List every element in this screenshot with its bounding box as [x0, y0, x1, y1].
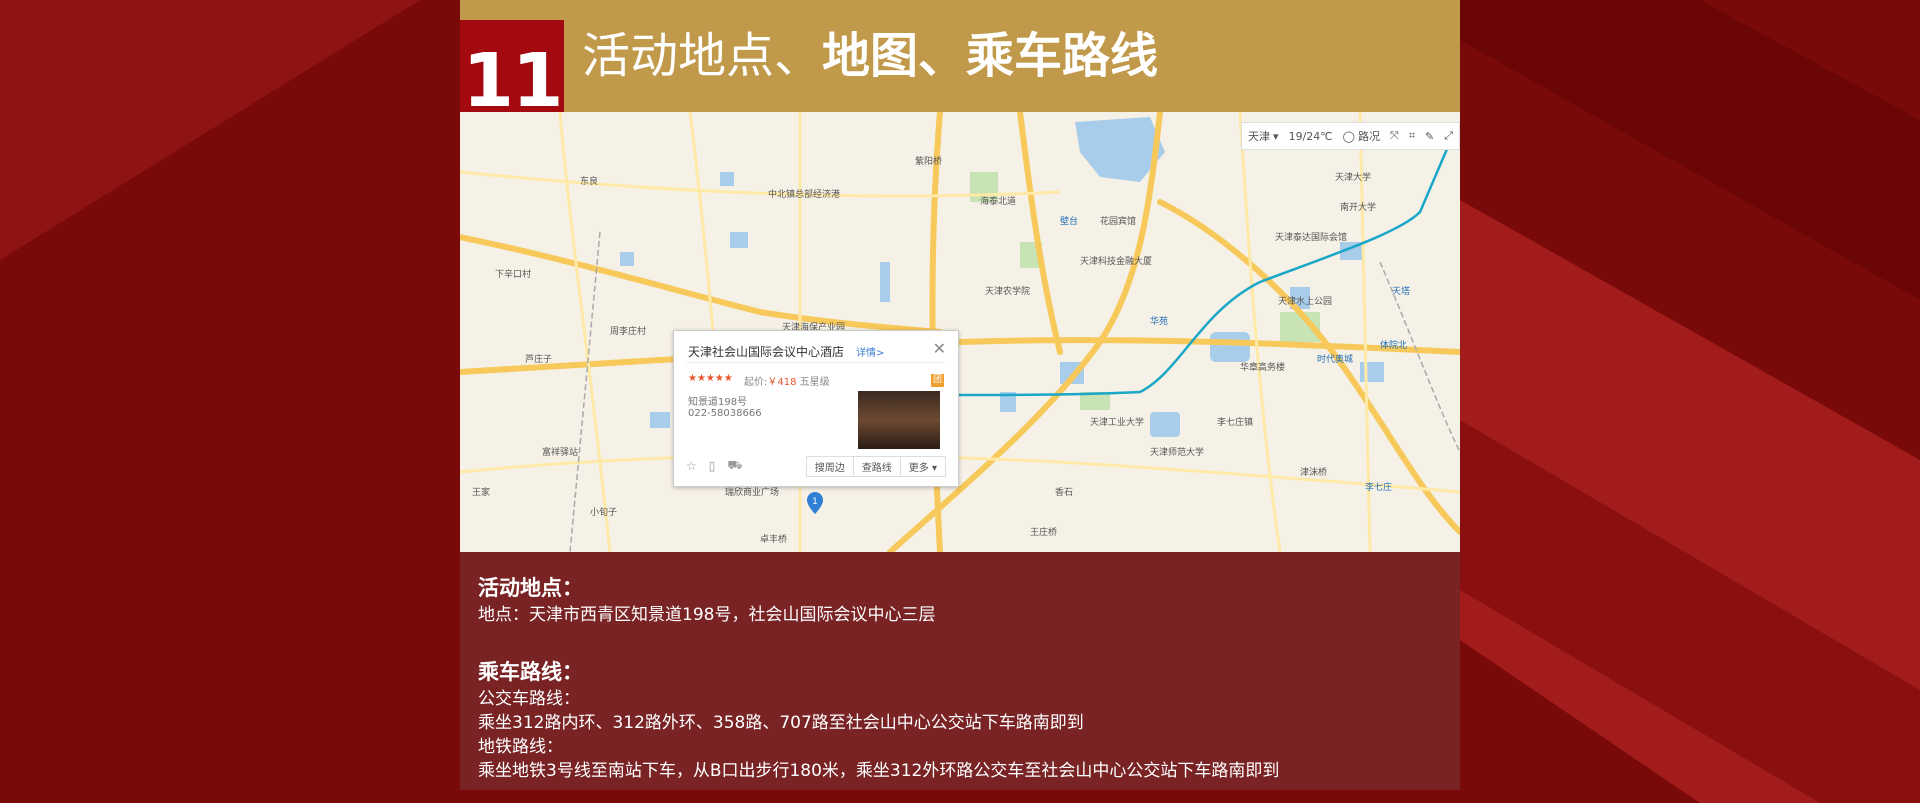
car-icon[interactable]: ⛟ — [727, 458, 742, 474]
route-tool-icon[interactable]: ⤧ — [1390, 129, 1399, 143]
popup-place-name: 天津社会山国际会议中心酒店 — [688, 345, 845, 359]
svg-text:津沫桥: 津沫桥 — [1300, 466, 1327, 478]
svg-text:小旬子: 小旬子 — [590, 506, 617, 518]
popup-detail-link[interactable]: 详情> — [856, 344, 884, 359]
popup-divider — [686, 362, 946, 363]
map-toolbar: 天津 ▾ 19/24℃ ◯ 路况 ⤧ ⌗ ✎ ⤢ — [1241, 122, 1460, 150]
svg-text:东良: 东良 — [580, 175, 598, 187]
fullscreen-icon[interactable]: ⤢ — [1444, 129, 1453, 143]
svg-text:王家: 王家 — [472, 486, 490, 498]
route-heading: 乘车路线： — [478, 660, 583, 684]
bus-label: 公交车路线： — [478, 689, 580, 709]
title-bold: 地图、乘车路线 — [822, 28, 1159, 84]
location-pin-icon[interactable]: 1 — [807, 492, 823, 514]
header-bar: 11 活动地点、地图、乘车路线 — [460, 0, 1460, 170]
svg-text:华章高务楼: 华章高务楼 — [1240, 361, 1285, 373]
popup-buttons: 搜周边 查路线 更多 ▾ — [805, 455, 946, 477]
rating-stars: ★★★★★ — [688, 373, 733, 384]
popup-actions: ☆ ▯ ⛟ 搜周边 查路线 更多 ▾ — [686, 455, 946, 477]
place-popup: 天津社会山国际会议中心酒店 详情> ✕ ★★★★★ 起价:￥418 五星级 团 … — [673, 330, 959, 487]
close-icon[interactable]: ✕ — [933, 339, 946, 358]
slide-panel: 11 活动地点、地图、乘车路线 紫阳桥 海泰北道 花园宾馆 天津科技金融大厦 天… — [460, 0, 1460, 790]
map-view[interactable]: 紫阳桥 海泰北道 花园宾馆 天津科技金融大厦 天津大学 南开大学 天津泰达国际会… — [460, 112, 1460, 552]
phone-icon[interactable]: ▯ — [709, 459, 716, 473]
svg-text:瑞欣商业广场: 瑞欣商业广场 — [725, 486, 779, 498]
title-plain: 活动地点、 — [582, 28, 823, 84]
city-selector[interactable]: 天津 ▾ — [1248, 128, 1279, 144]
svg-text:天津农学院: 天津农学院 — [985, 285, 1030, 297]
svg-text:王庄桥: 王庄桥 — [1030, 526, 1057, 538]
location-text: 地点：天津市西青区知景道198号，社会山国际会议中心三层 — [478, 605, 936, 625]
svg-text:时代奥城: 时代奥城 — [1317, 353, 1353, 365]
svg-text:天津科技金融大厦: 天津科技金融大厦 — [1080, 255, 1152, 267]
route-button[interactable]: 查路线 — [852, 456, 900, 476]
popup-price: 起价:￥418 五星级 — [744, 377, 830, 388]
metro-text: 乘坐地铁3号线至南站下车，从B口出步行180米，乘坐312外环路公交车至社会山中… — [478, 761, 1280, 781]
metro-label: 地铁路线： — [478, 737, 563, 757]
svg-text:香石: 香石 — [1055, 487, 1073, 498]
svg-text:天津水上公园: 天津水上公园 — [1278, 295, 1332, 307]
svg-text:华苑: 华苑 — [1150, 315, 1168, 327]
svg-text:天津大学: 天津大学 — [1335, 171, 1371, 183]
nearby-button[interactable]: 搜周边 — [807, 457, 853, 476]
group-deal-badge[interactable]: 团 — [931, 374, 944, 387]
svg-text:天津泰达国际会馆: 天津泰达国际会馆 — [1275, 231, 1347, 243]
svg-text:天津工业大学: 天津工业大学 — [1090, 416, 1144, 428]
svg-text:壁台: 壁台 — [1060, 215, 1078, 227]
more-button[interactable]: 更多 ▾ — [899, 456, 945, 476]
traffic-icon: ◯ — [1342, 129, 1355, 143]
svg-text:体院北: 体院北 — [1380, 339, 1407, 351]
info-overlay: 活动地点： 地点：天津市西青区知景道198号，社会山国际会议中心三层 乘车路线：… — [460, 552, 1460, 790]
crop-tool-icon[interactable]: ⌗ — [1409, 129, 1415, 143]
svg-text:天塔: 天塔 — [1392, 285, 1410, 297]
svg-text:芦庄子: 芦庄子 — [525, 353, 552, 365]
weather-readout: 19/24℃ — [1288, 129, 1333, 143]
svg-text:周李庄村: 周李庄村 — [610, 325, 646, 337]
svg-text:下辛口村: 下辛口村 — [495, 268, 531, 280]
section-number: 11 — [462, 38, 564, 124]
svg-text:李七庄镇: 李七庄镇 — [1217, 416, 1253, 428]
svg-text:中北镇总部经济港: 中北镇总部经济港 — [768, 188, 840, 200]
svg-text:卓丰桥: 卓丰桥 — [760, 533, 787, 545]
ruler-tool-icon[interactable]: ✎ — [1425, 130, 1434, 143]
popup-address: 知景道198号 — [688, 397, 748, 408]
popup-phone: 022-58038666 — [688, 408, 762, 419]
bus-text: 乘坐312路内环、312路外环、358路、707路至社会山中心公交站下车路南即到 — [478, 713, 1084, 733]
svg-text:花园宾馆: 花园宾馆 — [1100, 215, 1136, 227]
svg-text:富祥驿站: 富祥驿站 — [542, 446, 578, 458]
map-canvas[interactable]: 紫阳桥 海泰北道 花园宾馆 天津科技金融大厦 天津大学 南开大学 天津泰达国际会… — [460, 112, 1460, 552]
traffic-toggle[interactable]: ◯ 路况 — [1343, 128, 1380, 144]
hotel-photo[interactable] — [858, 391, 940, 449]
svg-text:1: 1 — [812, 497, 818, 507]
svg-text:天津师范大学: 天津师范大学 — [1150, 446, 1204, 458]
svg-text:紫阳桥: 紫阳桥 — [915, 155, 942, 167]
page-title: 活动地点、地图、乘车路线 — [582, 28, 1158, 86]
svg-text:李七庄: 李七庄 — [1365, 481, 1392, 493]
star-icon[interactable]: ☆ — [686, 459, 697, 473]
svg-text:海泰北道: 海泰北道 — [980, 195, 1016, 207]
svg-text:南开大学: 南开大学 — [1340, 201, 1376, 213]
location-heading: 活动地点： — [478, 576, 583, 600]
